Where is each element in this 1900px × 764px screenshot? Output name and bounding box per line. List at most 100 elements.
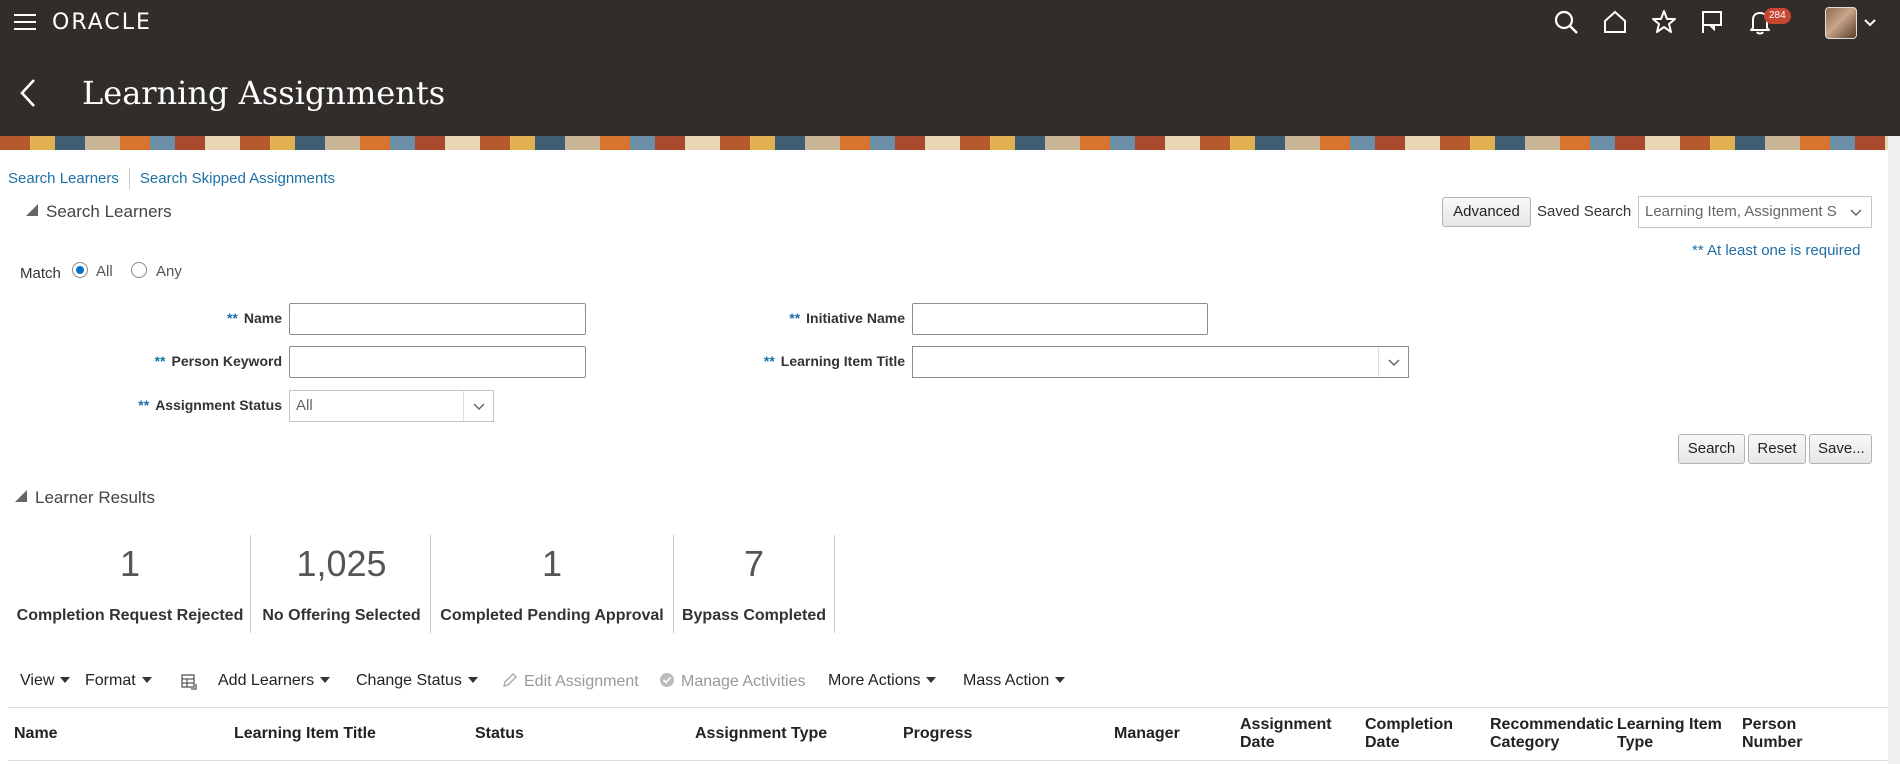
required-marker: ** [789,310,801,326]
metric-label: Completed Pending Approval [440,607,664,624]
caret-down-icon [467,677,478,683]
search-learners-link[interactable]: Search Learners [8,170,119,187]
view-menu[interactable]: View [20,672,71,690]
match-label: Match [20,265,61,282]
person-keyword-field-label: ** Person Keyword [100,353,282,369]
divider [834,535,835,633]
menu-label: More Actions [828,672,921,689]
menu-label: Mass Action [963,672,1050,689]
search-skipped-assignments-link[interactable]: Search Skipped Assignments [140,170,335,187]
header-text: Learning Item Title [234,725,376,742]
section-title: Learner Results [35,488,156,507]
metric-completion-request-rejected[interactable]: 1 Completion Request Rejected [10,535,250,633]
learning-item-title-field-label: ** Learning Item Title [700,353,905,369]
chevron-down-icon[interactable] [1378,347,1408,377]
manage-activities-button[interactable]: Manage Activities [659,672,806,691]
metric-no-offering-selected[interactable]: 1,025 No Offering Selected [254,535,429,633]
required-marker: ** [138,397,150,413]
metric-completed-pending-approval[interactable]: 1 Completed Pending Approval [434,535,670,633]
column-header-assignment-type[interactable]: Assignment Type [695,725,827,743]
add-learners-menu[interactable]: Add Learners [218,672,331,690]
name-input[interactable] [289,303,586,335]
menu-label: Format [85,672,136,689]
header-text: Status [475,725,524,742]
save-search-button[interactable]: Save... [1809,434,1872,464]
column-header-assignment-date[interactable]: Assignment Date [1240,716,1332,752]
chevron-down-icon[interactable] [463,391,493,421]
learning-item-title-combobox[interactable] [912,346,1409,378]
metric-value: 7 [743,543,765,584]
user-avatar[interactable] [1825,7,1857,39]
required-note: ** At least one is required [1692,242,1861,259]
saved-search-select[interactable]: Learning Item, Assignment S [1638,196,1872,228]
chevron-down-icon[interactable] [1841,197,1871,227]
flag-icon[interactable] [1698,8,1726,36]
page-header: Learning Assignments [0,44,1900,136]
column-header-completion-date[interactable]: Completion Date [1365,716,1453,752]
initiative-name-input[interactable] [912,303,1208,335]
mass-action-menu[interactable]: Mass Action [963,672,1066,690]
global-header: ORACLE 284 [0,0,1900,44]
column-header-person-number[interactable]: Person Number [1742,716,1802,752]
menu-label: Add Learners [218,672,315,689]
menu-icon[interactable] [14,14,36,32]
label-text: Person Keyword [171,353,282,369]
format-menu[interactable]: Format [85,672,152,690]
search-button[interactable]: Search [1678,434,1745,464]
metric-label: Completion Request Rejected [16,607,244,624]
page-scrollbar[interactable] [1888,136,1900,764]
change-status-menu[interactable]: Change Status [356,672,478,690]
divider [8,707,1888,708]
button-label: Manage Activities [681,673,806,690]
divider [673,535,674,633]
header-text: Type [1617,734,1654,751]
collapse-triangle-icon[interactable] [15,490,27,502]
header-text: Person [1742,716,1797,733]
column-header-status[interactable]: Status [475,725,524,743]
person-keyword-input[interactable] [289,346,586,378]
column-header-learning-item-type[interactable]: Learning Item Type [1617,716,1722,752]
column-header-name[interactable]: Name [14,725,58,743]
favorites-star-icon[interactable] [1650,8,1678,36]
collapse-triangle-icon[interactable] [26,204,38,216]
header-text: Progress [903,725,973,742]
home-icon[interactable] [1601,8,1629,36]
initiative-name-field-label: ** Initiative Name [700,310,905,326]
required-marker: ** [154,353,166,369]
match-any-label[interactable]: Any [156,263,182,280]
label-text: Initiative Name [806,310,905,326]
header-text: Recommendatic [1490,716,1614,733]
learner-results-section-header[interactable]: Learner Results [15,488,155,508]
column-header-manager[interactable]: Manager [1114,725,1180,743]
metric-bypass-completed[interactable]: 7 Bypass Completed [677,535,831,633]
advanced-search-button[interactable]: Advanced [1442,197,1531,227]
saved-search-value: Learning Item, Assignment S [1645,203,1837,220]
back-arrow-icon[interactable] [16,76,40,110]
reset-button[interactable]: Reset [1748,434,1806,464]
label-text: Learning Item Title [780,353,905,369]
search-icon[interactable] [1552,8,1580,36]
header-text: Learning Item [1617,716,1722,733]
detach-table-icon[interactable] [180,673,198,696]
page-title: Learning Assignments [82,74,446,112]
divider [250,535,251,633]
header-text: Assignment Type [695,725,828,742]
header-text: Assignment [1240,716,1332,733]
chevron-down-icon[interactable] [1862,14,1878,30]
assignment-status-field-label: ** Assignment Status [80,397,282,413]
column-header-recommendation-category[interactable]: Recommendatic Category [1490,716,1618,752]
metric-value: 1 [119,543,141,584]
match-all-label[interactable]: All [96,263,113,280]
assignment-status-select[interactable]: All [289,390,494,422]
match-any-radio[interactable] [131,262,147,278]
more-actions-menu[interactable]: More Actions [828,672,937,690]
menu-label: View [20,672,55,689]
divider [8,760,1888,761]
match-all-radio[interactable] [72,262,88,278]
edit-assignment-button[interactable]: Edit Assignment [502,672,639,691]
metric-value: 1 [541,543,563,584]
column-header-progress[interactable]: Progress [903,725,972,743]
column-header-learning-item-title[interactable]: Learning Item Title [234,725,376,743]
oracle-logo[interactable]: ORACLE [52,10,152,35]
search-learners-section-header[interactable]: Search Learners [26,202,172,222]
